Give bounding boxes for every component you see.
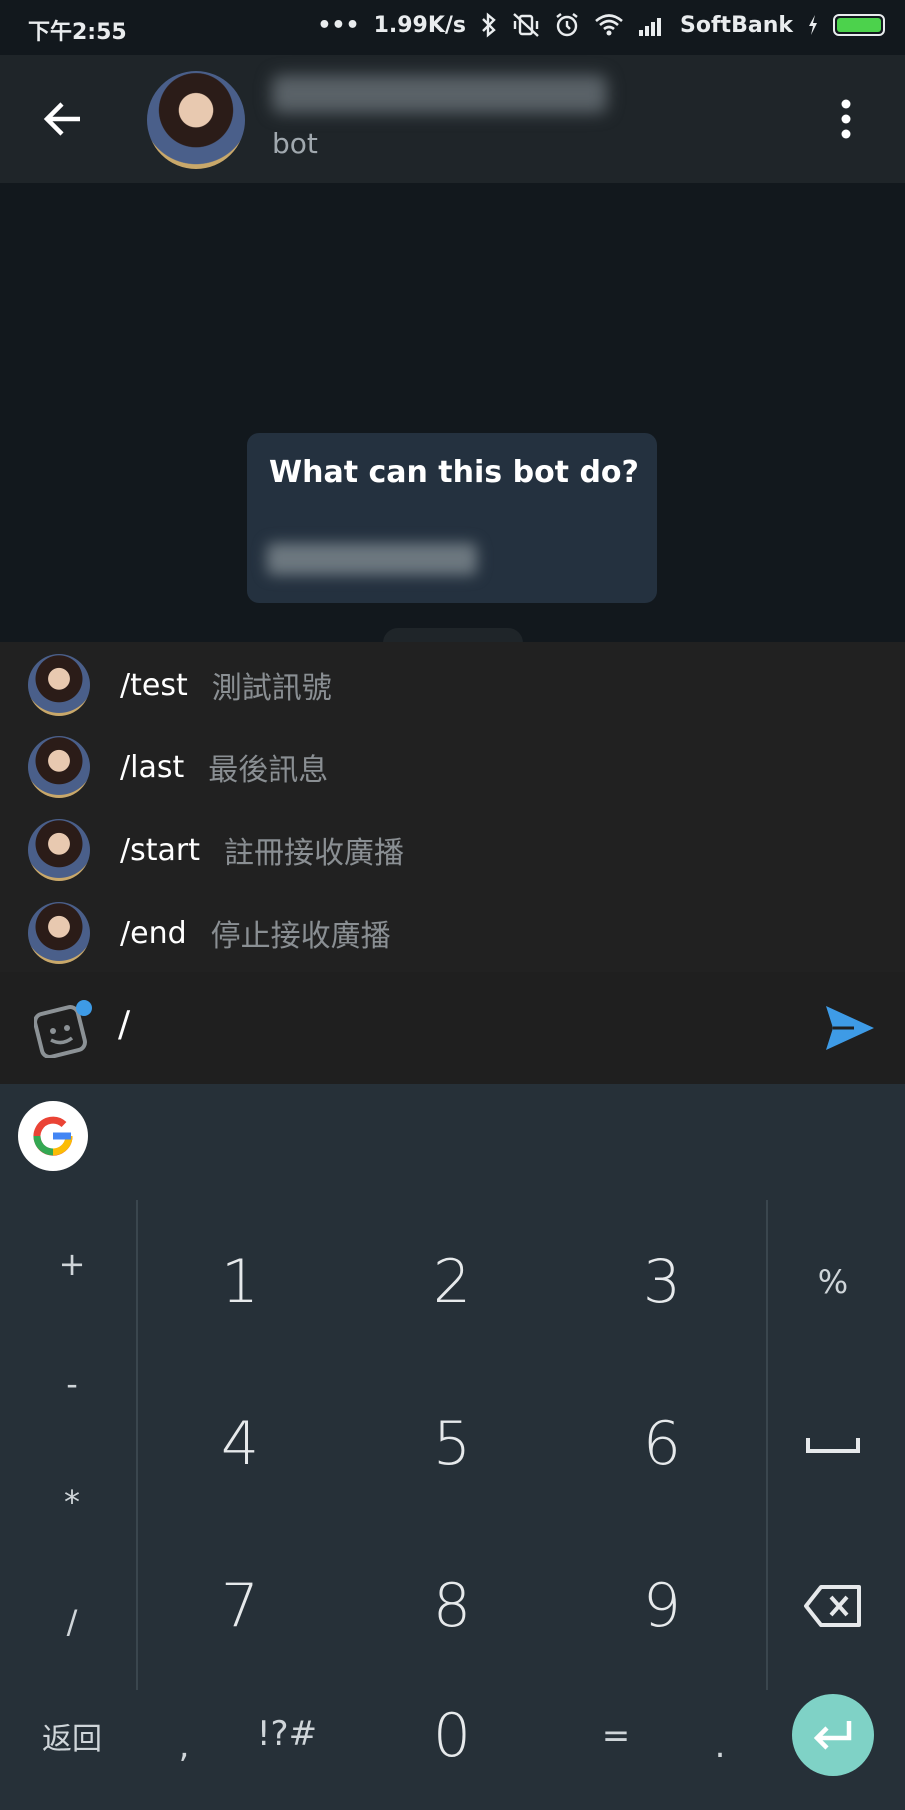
numeric-keyboard: + - * / 1 2 3 4 5 6 7 8 9 % 返回 , !?# 0 =… — [0, 1186, 905, 1810]
bot-info-bubble: What can this bot do? — [247, 433, 657, 603]
signal-icon — [639, 18, 662, 36]
keyboard-suggestion-bar — [0, 1084, 905, 1186]
command-list: /test 測試訊號 /last 最後訊息 /start 註冊接收廣播 /end… — [0, 642, 905, 972]
message-input[interactable]: / — [118, 1004, 130, 1045]
key-period[interactable]: . — [680, 1696, 760, 1796]
key-5[interactable]: 5 — [352, 1389, 552, 1499]
command-avatar — [28, 736, 90, 798]
back-arrow-icon[interactable] — [40, 97, 84, 141]
command-description: 停止接收廣播 — [210, 919, 391, 954]
command-name: /end — [120, 915, 187, 951]
command-name: /test — [120, 667, 188, 703]
bot-name-redacted — [272, 75, 607, 113]
google-icon — [33, 1116, 73, 1156]
key-7[interactable]: 7 — [140, 1551, 340, 1661]
charging-icon — [809, 15, 817, 35]
vibrate-off-icon — [513, 13, 539, 37]
bot-avatar[interactable] — [147, 71, 245, 169]
backspace-icon — [804, 1585, 861, 1627]
wifi-icon — [595, 14, 623, 36]
sticker-icon[interactable] — [34, 1000, 92, 1058]
space-icon — [806, 1438, 860, 1453]
key-6[interactable]: 6 — [562, 1389, 762, 1499]
divider — [136, 1200, 138, 1690]
key-1[interactable]: 1 — [140, 1227, 340, 1337]
key-minus[interactable]: - — [12, 1334, 132, 1434]
command-item-test[interactable]: /test 測試訊號 — [0, 645, 905, 725]
key-9[interactable]: 9 — [562, 1551, 762, 1661]
network-speed: 1.99K/s — [373, 12, 467, 38]
header-subtitle: bot — [272, 127, 318, 160]
command-avatar — [28, 819, 90, 881]
key-enter[interactable] — [792, 1694, 874, 1776]
more-vert-icon[interactable] — [838, 99, 854, 139]
key-percent[interactable]: % — [773, 1232, 893, 1332]
command-name: /last — [120, 749, 185, 785]
key-2[interactable]: 2 — [352, 1227, 552, 1337]
bubble-title: What can this bot do? — [269, 455, 639, 490]
key-space[interactable] — [773, 1394, 893, 1494]
key-backspace[interactable] — [773, 1556, 893, 1656]
command-item-end[interactable]: /end 停止接收廣播 — [0, 893, 905, 973]
google-logo-button[interactable] — [18, 1101, 88, 1171]
key-comma[interactable]: , — [144, 1696, 224, 1796]
battery-icon — [833, 14, 885, 36]
command-description: 最後訊息 — [208, 753, 329, 788]
key-0[interactable]: 0 — [352, 1676, 552, 1796]
status-bar: 下午2:55 ••• 1.99K/s SoftBank — [0, 0, 905, 55]
key-slash[interactable]: / — [12, 1572, 132, 1672]
command-name: /start — [120, 832, 200, 868]
command-item-last[interactable]: /last 最後訊息 — [0, 727, 905, 807]
status-dots: ••• — [317, 12, 360, 38]
key-back[interactable]: 返回 — [22, 1686, 122, 1786]
key-asterisk[interactable]: * — [12, 1452, 132, 1552]
command-description: 測試訊號 — [211, 671, 332, 706]
send-icon[interactable] — [824, 1004, 876, 1052]
status-time: 下午2:55 — [28, 20, 127, 45]
bubble-text-redacted — [267, 543, 477, 575]
command-avatar — [28, 654, 90, 716]
key-symbols[interactable]: !?# — [232, 1684, 342, 1784]
carrier-name: SoftBank — [680, 12, 793, 38]
status-right: ••• 1.99K/s SoftBank — [317, 12, 885, 38]
enter-icon — [813, 1721, 852, 1750]
command-item-start[interactable]: /start 註冊接收廣播 — [0, 810, 905, 890]
command-avatar — [28, 902, 90, 964]
command-description: 註冊接收廣播 — [223, 836, 404, 871]
divider — [766, 1200, 768, 1690]
key-equals[interactable]: = — [576, 1686, 656, 1786]
alarm-icon — [556, 13, 578, 37]
chat-header: bot — [0, 55, 905, 183]
key-plus[interactable]: + — [12, 1214, 132, 1314]
key-8[interactable]: 8 — [352, 1551, 552, 1661]
key-3[interactable]: 3 — [562, 1227, 762, 1337]
bluetooth-icon — [482, 12, 496, 38]
key-4[interactable]: 4 — [140, 1389, 340, 1499]
message-input-bar: / — [0, 972, 905, 1084]
